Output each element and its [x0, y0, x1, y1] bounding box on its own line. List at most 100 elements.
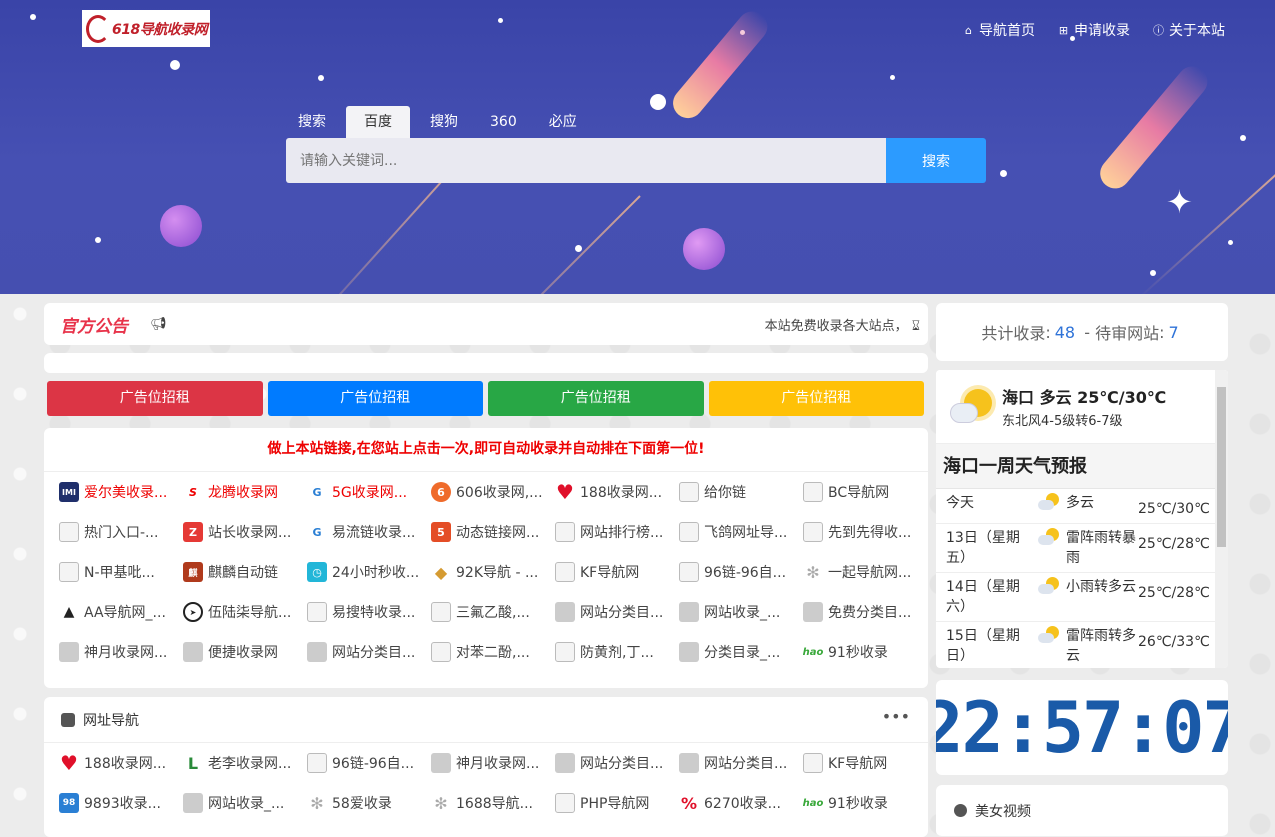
site-link[interactable]: BC导航网 [803, 472, 927, 512]
site-link-label: KF导航网 [828, 756, 888, 772]
site-link-label: AA导航网_... [84, 605, 166, 621]
site-link[interactable]: 网站分类目... [555, 743, 679, 783]
tab-baidu[interactable]: 百度 [346, 106, 410, 138]
site-link[interactable]: 防黄剂,丁... [555, 632, 679, 672]
site-link[interactable]: 免费分类目... [803, 592, 927, 632]
more-icon[interactable]: ••• [882, 707, 910, 726]
site-link-label: 91秒收录 [828, 645, 888, 661]
site-link[interactable]: KF导航网 [555, 552, 679, 592]
site-link[interactable]: ◷ 24小时秒收... [307, 552, 431, 592]
site-link[interactable]: 96链-96自... [679, 552, 803, 592]
site-link-label: 网站分类目... [704, 756, 788, 772]
weather-scrollbar[interactable] [1215, 370, 1228, 668]
site-link[interactable]: ✻ 一起导航网... [803, 552, 927, 592]
ad-row: 广告位招租 广告位招租 广告位招租 广告位招租 [47, 381, 924, 416]
site-link[interactable]: ♥ 188收录网... [555, 472, 679, 512]
site-link[interactable]: L 老李收录网... [183, 743, 307, 783]
site-link[interactable]: 热门入口-... [59, 512, 183, 552]
site-link-label: 老李收录网... [208, 756, 292, 772]
loading-icon: ✻ [310, 793, 324, 813]
announcement-text: 本站免费收录各大站点， ⌛︎ [765, 315, 920, 334]
tab-360[interactable]: 360 [478, 106, 529, 138]
site-link[interactable]: 网站分类目... [307, 632, 431, 672]
site-link-label: 先到先得收... [828, 525, 912, 541]
site-link[interactable]: 飞鸽网址导... [679, 512, 803, 552]
site-link-label: 9893收录... [84, 796, 161, 812]
nav-home-label: 导航首页 [979, 23, 1035, 39]
site-link[interactable]: S 龙腾收录网 [183, 472, 307, 512]
nav-apply-link[interactable]: ⊞ 申请收录 [1057, 20, 1130, 40]
qilin-icon: 麒 [183, 562, 203, 582]
site-link-label: 606收录网,... [456, 485, 543, 501]
site-link[interactable]: 易搜特收录... [307, 592, 431, 632]
nav-home-link[interactable]: ⌂ 导航首页 [962, 20, 1035, 40]
tab-sogou[interactable]: 搜狗 [418, 106, 470, 138]
site-link-label: 给你链 [704, 485, 746, 501]
ad-slot[interactable]: 广告位招租 [47, 381, 263, 416]
heart-icon: ♥ [60, 751, 78, 775]
site-link[interactable]: 便捷收录网 [183, 632, 307, 672]
site-link[interactable]: 网站排行榜... [555, 512, 679, 552]
site-link[interactable]: 96链-96自... [307, 743, 431, 783]
site-link[interactable]: ♥ 188收录网... [59, 743, 183, 783]
site-link[interactable]: G 5G收录网... [307, 472, 431, 512]
site-link[interactable]: 5 动态链接网... [431, 512, 555, 552]
weather-city-line: 海口 多云 25℃/30℃ [1002, 388, 1167, 407]
site-link[interactable]: 6 606收录网,... [431, 472, 555, 512]
site-link[interactable]: ✻ 58爱收录 [307, 783, 431, 823]
site-link[interactable]: 神月收录网... [59, 632, 183, 672]
tab-search[interactable]: 搜索 [286, 106, 338, 138]
loading-icon: ✻ [434, 793, 448, 813]
site-link[interactable]: 网站收录_... [679, 592, 803, 632]
site-link[interactable]: hao 91秒收录 [803, 632, 927, 672]
clock-widget: 22:57:07 [936, 680, 1228, 775]
tab-bing[interactable]: 必应 [537, 106, 589, 138]
site-link-label: KF导航网 [580, 565, 640, 581]
site-link[interactable]: 网站收录_... [183, 783, 307, 823]
globe-icon [59, 642, 79, 662]
site-link[interactable]: 三氟乙酸,... [431, 592, 555, 632]
imi-icon: IMI [59, 482, 79, 502]
site-link[interactable]: 对苯二酚,... [431, 632, 555, 672]
site-link[interactable]: PHP导航网 [555, 783, 679, 823]
nav-card-icon [61, 712, 75, 727]
globe-icon [679, 602, 699, 622]
search-button[interactable]: 搜索 [886, 138, 986, 183]
site-link[interactable]: G 易流链收录... [307, 512, 431, 552]
site-link-label: 热门入口-... [84, 525, 159, 541]
ad-slot[interactable]: 广告位招租 [267, 381, 483, 416]
site-link[interactable]: 分类目录_... [679, 632, 803, 672]
site-link-label: 爱尔美收录... [84, 485, 168, 501]
site-link[interactable]: % 6270收录... [679, 783, 803, 823]
site-link-label: 易搜特收录... [332, 605, 416, 621]
site-link[interactable]: 麒麒麟自动链 [183, 552, 307, 592]
site-link[interactable]: Z 站长收录网... [183, 512, 307, 552]
site-link[interactable]: hao 91秒收录 [803, 783, 927, 823]
site-link[interactable]: N-甲基吡... [59, 552, 183, 592]
broken-image-icon [803, 482, 823, 502]
site-link[interactable]: 神月收录网... [431, 743, 555, 783]
site-link[interactable]: KF导航网 [803, 743, 927, 783]
site-link[interactable]: ◆ 92K导航 - ... [431, 552, 555, 592]
site-link[interactable]: 网站分类目... [679, 743, 803, 783]
ad-slot[interactable]: 广告位招租 [488, 381, 704, 416]
ad-slot[interactable]: 广告位招租 [708, 381, 924, 416]
site-link[interactable]: 98 9893收录... [59, 783, 183, 823]
site-link-label: 1688导航... [456, 796, 533, 812]
site-link[interactable]: ➤ 伍陆柒导航... [183, 592, 307, 632]
broken-image-icon [555, 793, 575, 813]
site-link[interactable]: 先到先得收... [803, 512, 927, 552]
search-input[interactable] [286, 138, 886, 183]
site-link[interactable]: ✻ 1688导航... [431, 783, 555, 823]
site-link[interactable]: IMI 爱尔美收录... [59, 472, 183, 512]
site-link[interactable]: ▲ AA导航网_... [59, 592, 183, 632]
stats-separator: - [1079, 322, 1096, 342]
site-link-label: 伍陆柒导航... [208, 605, 292, 621]
scrollbar-thumb[interactable] [1217, 387, 1226, 547]
site-link[interactable]: 给你链 [679, 472, 803, 512]
nav-about-link[interactable]: ⓘ 关于本站 [1152, 20, 1225, 40]
site-logo[interactable]: 618导航收录网 [82, 10, 210, 47]
site-link[interactable]: 网站分类目... [555, 592, 679, 632]
partly-cloudy-icon [948, 385, 996, 429]
broken-image-icon [679, 482, 699, 502]
